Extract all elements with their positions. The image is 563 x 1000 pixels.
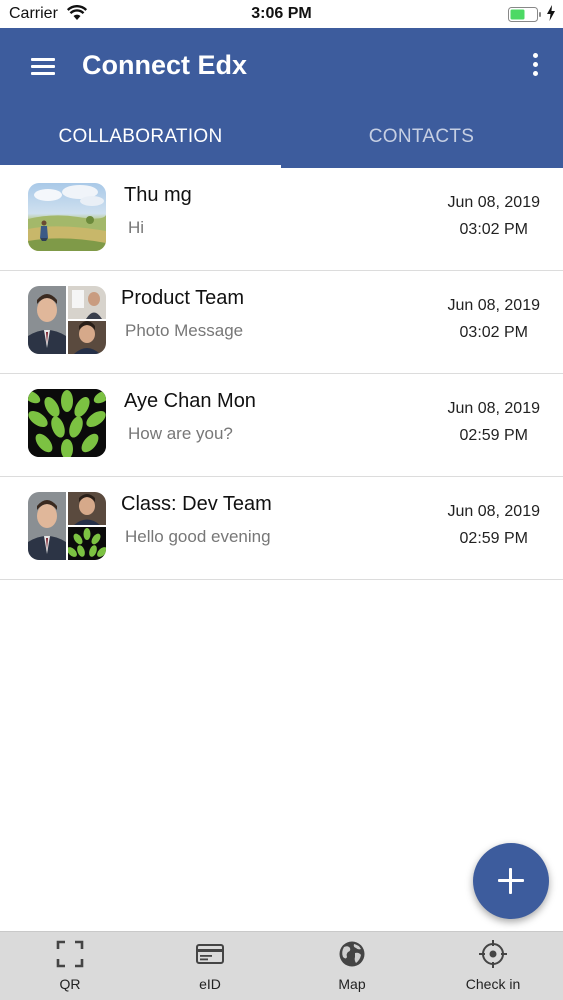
conversation-list: Thu mg Hi Jun 08, 2019 03:02 PM Product … [0,168,563,580]
nav-item-check-in[interactable]: Check in [423,932,563,1000]
tab-collaboration-label: COLLABORATION [58,126,223,147]
conversation-name: Product Team [121,287,245,309]
conversation-time: 03:02 PM [459,221,528,238]
plus-icon-vertical [509,868,512,894]
conversation-time: 03:02 PM [459,324,528,341]
conversation-date: Jun 08, 2019 [447,400,540,417]
menu-icon[interactable] [28,52,58,82]
new-conversation-button[interactable] [473,843,549,919]
conversation-time: 02:59 PM [459,427,528,444]
avatar [28,389,106,457]
conversation-date: Jun 08, 2019 [447,194,540,211]
nav-item-qr[interactable]: QR [0,932,140,1000]
nav-item-eid[interactable]: eID [140,932,280,1000]
bottom-navigation: QR eID Map Check in [0,931,563,1000]
tab-contacts[interactable]: CONTACTS [281,122,562,168]
nav-label-qr: QR [59,976,81,992]
conversation-name: Aye Chan Mon [124,390,256,412]
tab-contacts-label: CONTACTS [368,126,475,147]
leaf-pattern-icon [28,389,106,457]
conversation-row[interactable]: Aye Chan Mon How are you? Jun 08, 2019 0… [0,374,563,477]
app-bar: Connect Edx COLLABORATION CONTACTS [0,28,563,168]
group-photo-collage-icon [28,286,106,354]
nav-label-check-in: Check in [465,976,521,992]
more-options-icon[interactable] [524,50,548,80]
charging-bolt-icon [547,5,555,21]
conversation-name: Thu mg [124,184,192,206]
conversation-row[interactable]: Product Team Photo Message Jun 08, 2019 … [0,271,563,374]
globe-icon [339,941,365,967]
crosshair-icon [479,940,507,968]
avatar [28,286,106,354]
nav-item-map[interactable]: Map [282,932,422,1000]
status-bar: Carrier 3:06 PM [0,0,563,28]
battery-icon [508,7,541,22]
landscape-photo-icon [28,185,106,251]
avatar [28,492,106,560]
app-title: Connect Edx [82,50,248,80]
conversation-preview: Hello good evening [125,527,271,546]
tab-collaboration[interactable]: COLLABORATION [0,122,281,168]
conversation-row[interactable]: Thu mg Hi Jun 08, 2019 03:02 PM [0,168,563,271]
conversation-preview: How are you? [128,424,233,443]
conversation-time: 02:59 PM [459,530,528,547]
nav-label-eid: eID [199,976,221,992]
nav-label-map: Map [338,976,366,992]
conversation-date: Jun 08, 2019 [447,503,540,520]
conversation-preview: Photo Message [125,321,244,340]
id-card-icon [196,944,224,964]
group-photo-collage-icon [28,492,106,560]
conversation-preview: Hi [128,218,145,237]
avatar [28,183,106,251]
conversation-date: Jun 08, 2019 [447,297,540,314]
conversation-name: Class: Dev Team [121,493,272,515]
conversation-row[interactable]: Class: Dev Team Hello good evening Jun 0… [0,477,563,580]
qr-scan-icon [56,940,84,968]
status-time: 3:06 PM [251,5,312,22]
